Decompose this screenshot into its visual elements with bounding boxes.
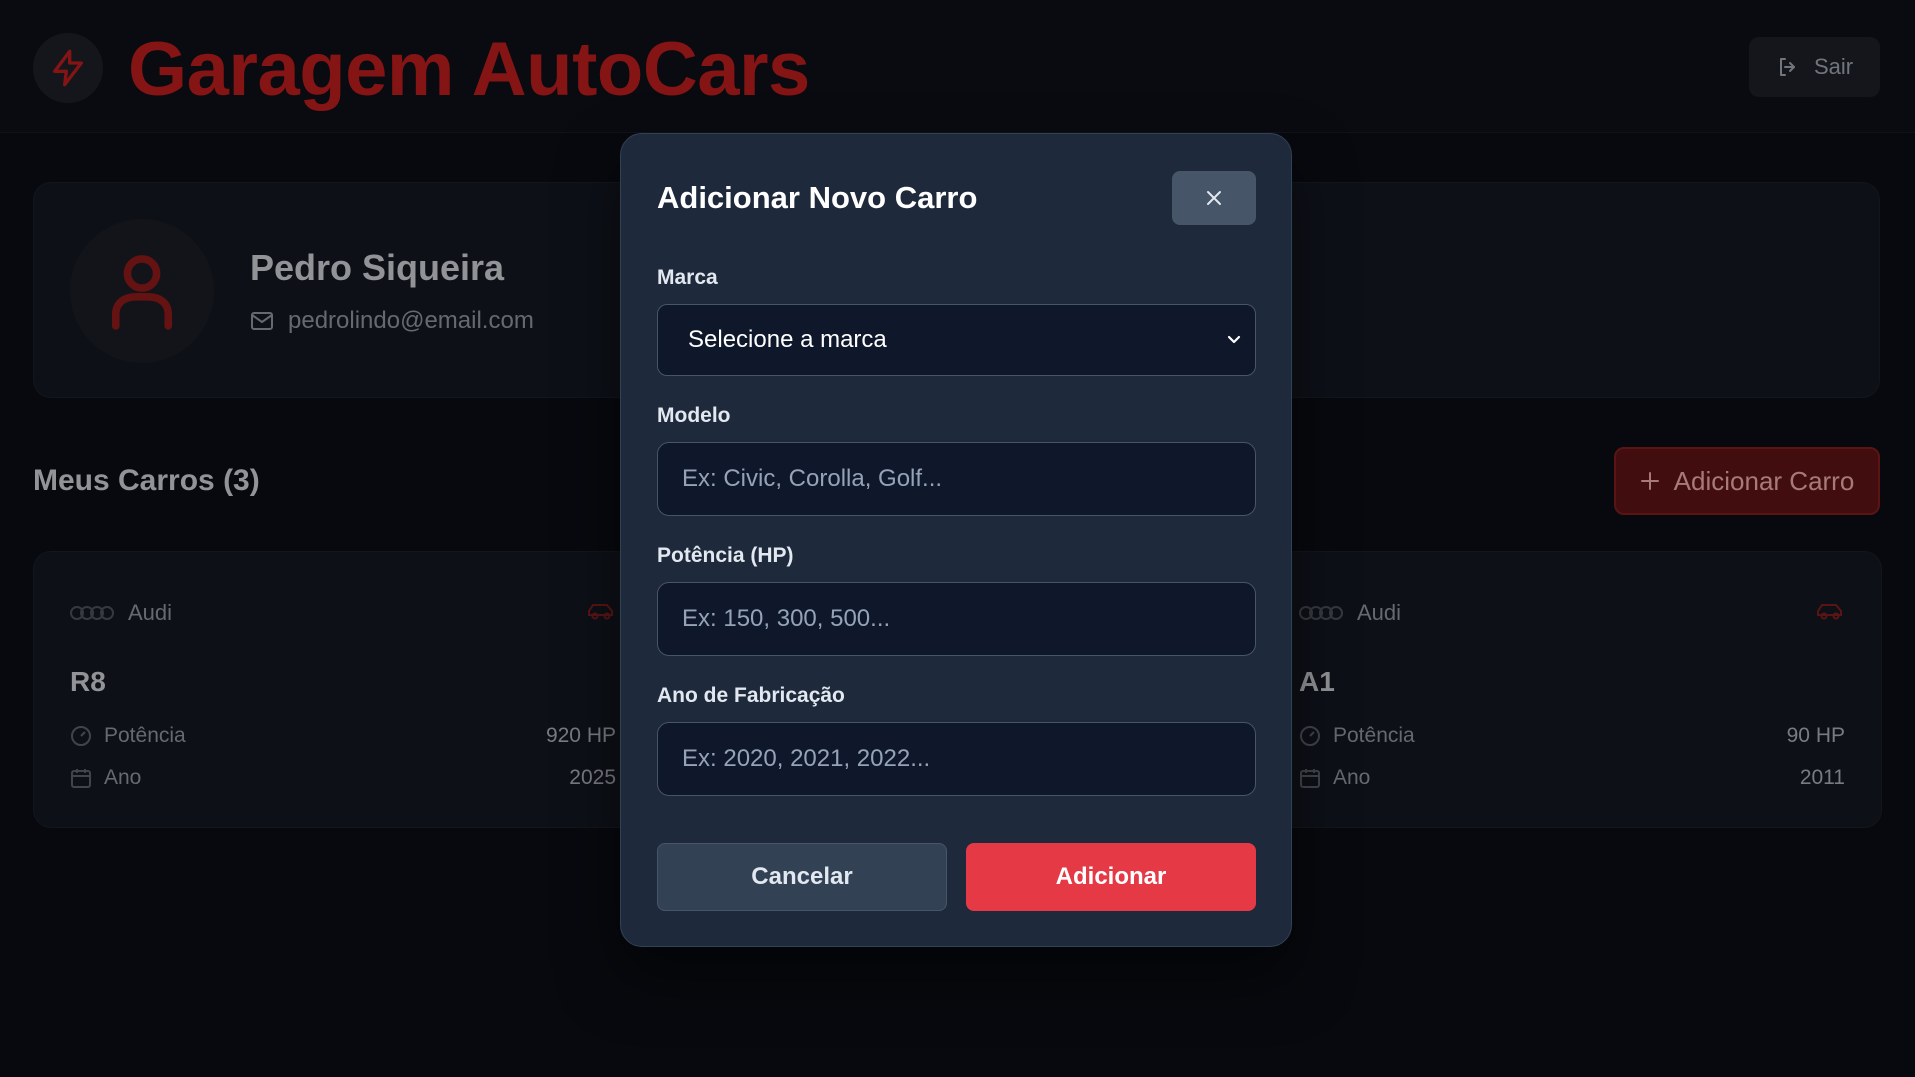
model-input[interactable]	[657, 442, 1256, 516]
year-label: Ano de Fabricação	[657, 684, 845, 707]
modal-title: Adicionar Novo Carro	[657, 180, 978, 215]
year-input[interactable]	[657, 722, 1256, 796]
add-car-modal: Adicionar Novo Carro Marca Selecione a m…	[620, 133, 1292, 947]
brand-select[interactable]: Selecione a marca	[657, 304, 1256, 376]
cancel-button[interactable]: Cancelar	[657, 843, 947, 911]
power-input[interactable]	[657, 582, 1256, 656]
submit-button[interactable]: Adicionar	[966, 843, 1256, 911]
close-icon	[1207, 191, 1221, 205]
chevron-down-icon	[1227, 335, 1241, 344]
model-label: Modelo	[657, 404, 731, 427]
power-label: Potência (HP)	[657, 544, 794, 567]
brand-label: Marca	[657, 266, 718, 289]
close-button[interactable]	[1172, 171, 1256, 225]
brand-select-value: Selecione a marca	[688, 326, 887, 353]
